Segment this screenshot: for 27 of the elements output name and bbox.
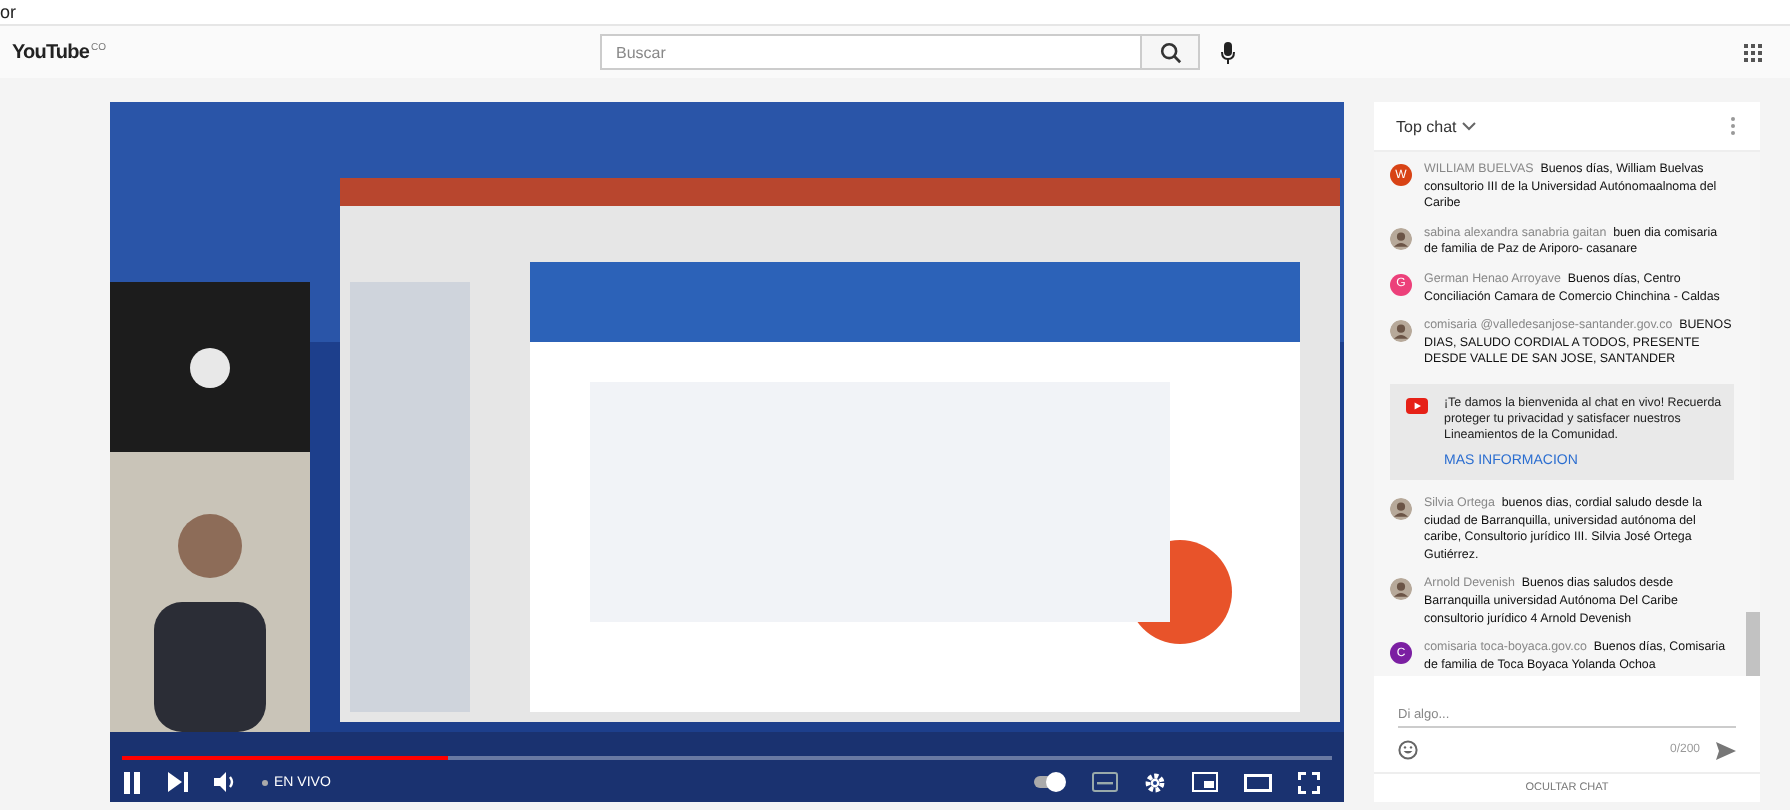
youtube-logo[interactable]: YouTube <box>12 41 89 63</box>
apps-grid-icon[interactable] <box>1744 43 1762 61</box>
more-options-icon[interactable] <box>1730 116 1736 136</box>
chat-mode-dropdown[interactable]: Top chat <box>1396 117 1477 135</box>
search-field[interactable]: Buscar <box>600 34 1140 70</box>
settings-icon[interactable] <box>1144 771 1166 793</box>
avatar[interactable] <box>1390 320 1412 343</box>
autoplay-toggle[interactable] <box>1032 772 1066 792</box>
subtitles-icon[interactable] <box>1092 772 1118 792</box>
avatar[interactable] <box>1390 578 1412 601</box>
search-button[interactable] <box>1140 34 1200 70</box>
microphone-icon[interactable] <box>1220 41 1236 63</box>
avatar[interactable] <box>1390 227 1412 250</box>
volume-icon[interactable] <box>214 772 236 792</box>
miniplayer-icon[interactable] <box>1192 772 1218 792</box>
cut-off-text: or <box>0 2 17 22</box>
search-icon[interactable] <box>1159 41 1181 63</box>
next-icon[interactable] <box>168 772 188 792</box>
avatar[interactable] <box>1390 497 1412 520</box>
pause-button[interactable] <box>122 771 142 793</box>
youtube-icon <box>1406 397 1428 414</box>
send-icon[interactable] <box>1716 741 1736 759</box>
fullscreen-icon[interactable] <box>1298 771 1320 793</box>
emoji-icon[interactable] <box>1398 740 1418 760</box>
chevron-down-icon[interactable] <box>1462 121 1477 131</box>
theater-mode-icon[interactable] <box>1244 773 1272 791</box>
scrollbar[interactable] <box>1746 612 1760 676</box>
